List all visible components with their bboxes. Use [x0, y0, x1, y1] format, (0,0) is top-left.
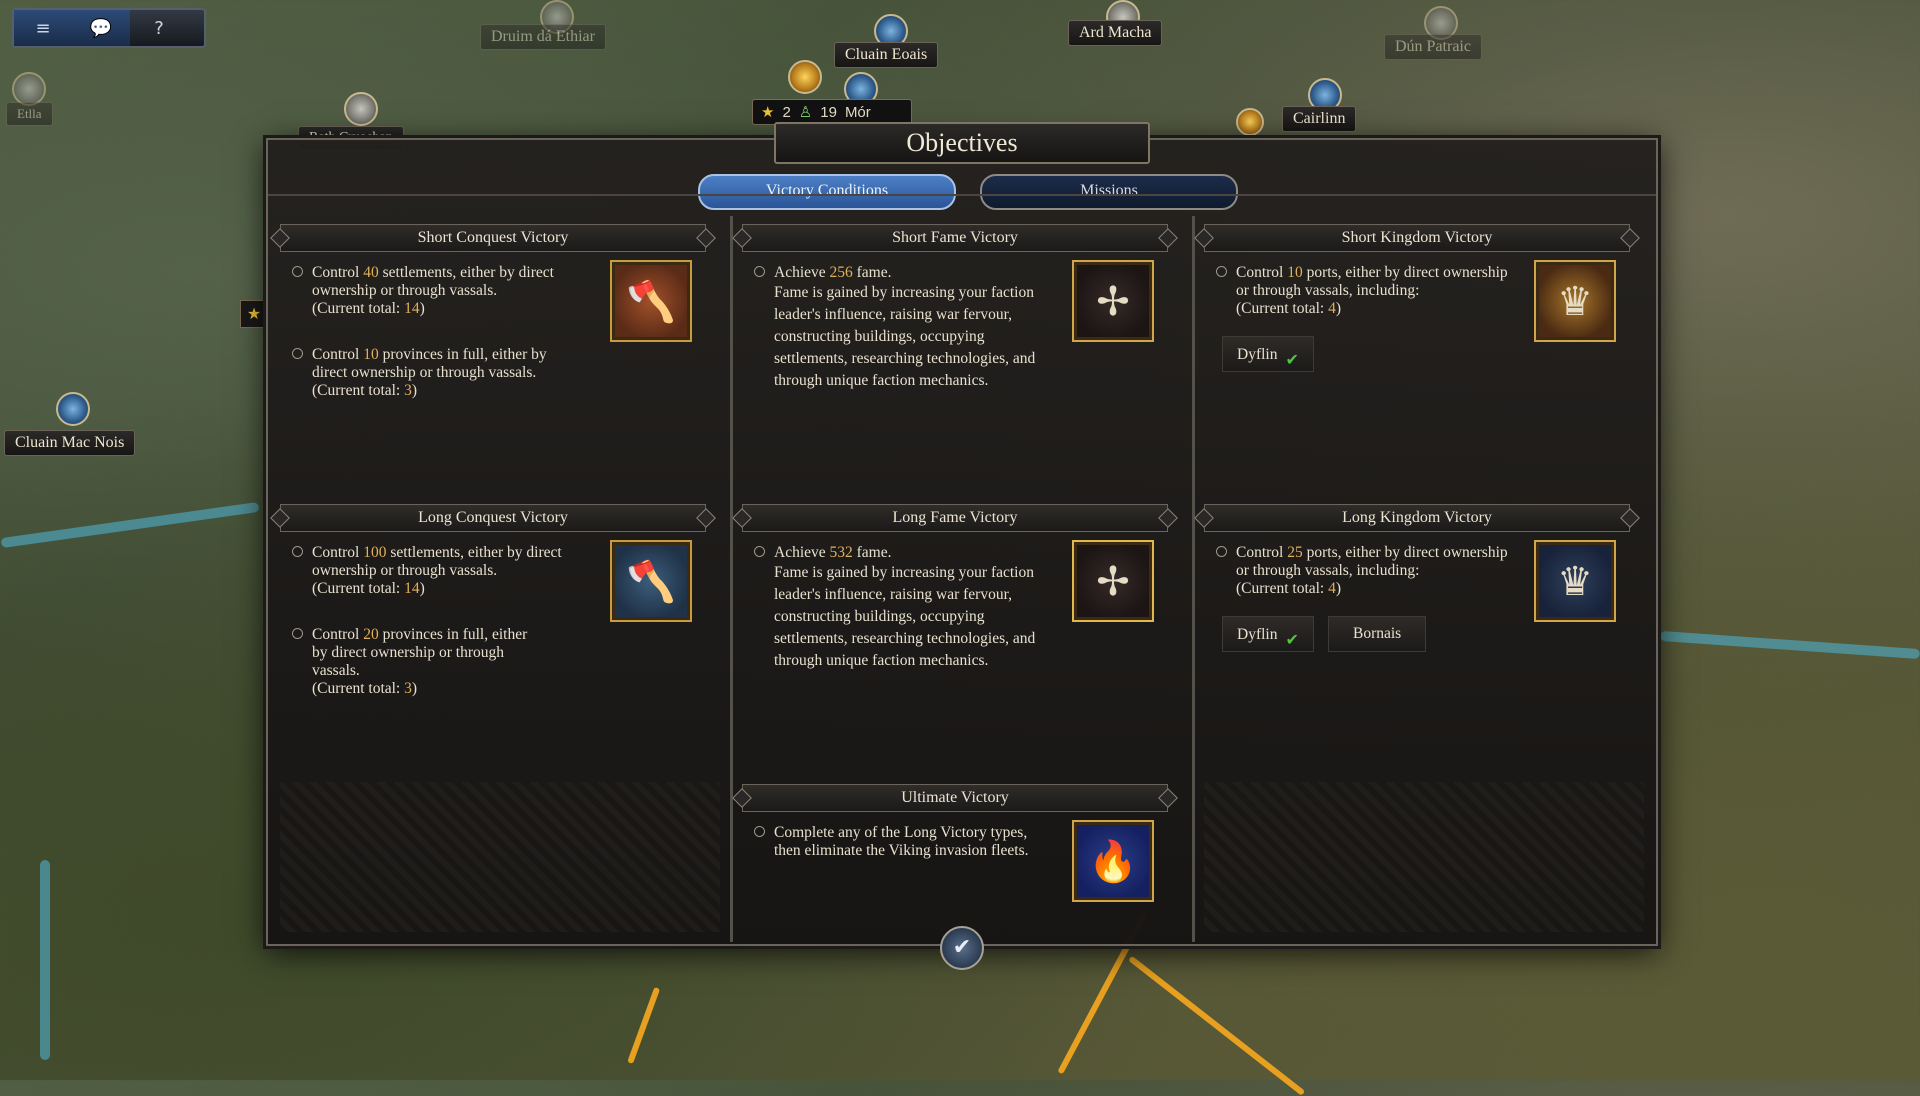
river	[40, 860, 50, 1060]
settlement-pin[interactable]	[344, 92, 378, 126]
condition-bullet-icon	[754, 826, 765, 837]
port-chip[interactable]: Dyflin ✔	[1222, 616, 1314, 652]
objectives-dialog: Objectives Victory Conditions Missions S…	[266, 122, 1658, 970]
panel-long-fame: Long Fame Victory Achieve 532 fame. Fame …	[730, 504, 1190, 774]
territory-border	[627, 986, 661, 1065]
settlement-pin[interactable]	[56, 392, 90, 426]
condition: Control 20 provinces in full, either by …	[292, 626, 542, 698]
panel-title: Ultimate Victory	[742, 784, 1168, 812]
panel-short-fame: Short Fame Victory Achieve 256 fame. Fame…	[730, 224, 1190, 494]
panel-short-kingdom: Short Kingdom Victory Control 10 ports, …	[1192, 224, 1652, 494]
panel-title: Long Fame Victory	[742, 504, 1168, 532]
port-chip[interactable]: Dyflin ✔	[1222, 336, 1314, 372]
condition: Achieve 532 fame. Fame is gained by incre…	[754, 544, 1044, 672]
silver-crown-icon: ♛	[1534, 540, 1616, 622]
settlement-label[interactable]: Druim dá Ethiar	[480, 24, 606, 50]
settlement-pin[interactable]	[788, 60, 822, 94]
panel-title: Long Kingdom Victory	[1204, 504, 1630, 532]
axe-icon: 🪓	[610, 540, 692, 622]
tab-victory-conditions[interactable]: Victory Conditions	[698, 174, 956, 210]
tab-bar: Victory Conditions Missions	[698, 174, 1238, 210]
star-count: 2	[782, 103, 791, 121]
condition: Complete any of the Long Victory types, …	[754, 824, 1044, 860]
condition: Control 25 ports, either by direct owner…	[1216, 544, 1516, 598]
viking-ship-fire-icon: 🔥	[1072, 820, 1154, 902]
knotwork-decoration	[1204, 782, 1644, 932]
settlement-label[interactable]: Cairlinn	[1282, 106, 1357, 132]
panel-title: Short Conquest Victory	[280, 224, 706, 252]
condition-bullet-icon	[292, 628, 303, 639]
settlement-label[interactable]: Ard Macha	[1068, 20, 1163, 46]
settlement-label[interactable]: Cluain Eoais	[834, 42, 939, 68]
tab-missions[interactable]: Missions	[980, 174, 1238, 210]
settlement-label[interactable]: Mór	[845, 104, 871, 121]
help-icon[interactable]: ?	[130, 10, 188, 46]
dialog-title: Objectives	[774, 122, 1150, 164]
condition-bullet-icon	[292, 266, 303, 277]
condition-bullet-icon	[292, 348, 303, 359]
star-icon: ★	[761, 104, 775, 121]
river	[0, 501, 260, 549]
settlement-label[interactable]: Dún Patraic	[1384, 34, 1482, 60]
checkmark-icon: ✔	[1285, 350, 1299, 369]
gold-crown-icon: ♛	[1534, 260, 1616, 342]
condition: Control 40 settlements, either by direct…	[292, 264, 582, 318]
territory-border	[1128, 955, 1306, 1096]
river	[1659, 630, 1920, 660]
condition: Control 100 settlements, either by direc…	[292, 544, 582, 598]
army-pin[interactable]	[1236, 108, 1264, 136]
checkmark-icon: ✔	[1285, 630, 1299, 649]
celtic-knot-icon: ✢	[1072, 540, 1154, 622]
condition-bullet-icon	[1216, 266, 1227, 277]
panel-ultimate: Ultimate Victory Complete any of the Lon…	[730, 784, 1190, 934]
panel-title: Short Kingdom Victory	[1204, 224, 1630, 252]
divider	[268, 194, 1656, 196]
settlement-label[interactable]: Cluain Mac Nois	[4, 430, 136, 456]
confirm-button[interactable]: ✔	[940, 926, 984, 970]
hud-toolbar: ≡ 💬 ?	[12, 8, 206, 48]
port-chip[interactable]: Bornais	[1328, 616, 1427, 652]
troop-icon: ♙	[798, 104, 813, 121]
panel-short-conquest: Short Conquest Victory Control 40 settle…	[268, 224, 728, 494]
knotwork-decoration	[280, 782, 720, 932]
condition: Control 10 provinces in full, either by …	[292, 346, 582, 400]
panel-title: Long Conquest Victory	[280, 504, 706, 532]
condition: Control 10 ports, either by direct owner…	[1216, 264, 1516, 318]
condition-bullet-icon	[292, 546, 303, 557]
settlement-label[interactable]: Etlla	[6, 102, 53, 126]
panel-title: Short Fame Victory	[742, 224, 1168, 252]
condition-bullet-icon	[1216, 546, 1227, 557]
panel-long-kingdom: Long Kingdom Victory Control 25 ports, e…	[1192, 504, 1652, 774]
axe-icon: 🪓	[610, 260, 692, 342]
condition-bullet-icon	[754, 546, 765, 557]
troop-count: 19	[820, 103, 837, 121]
condition: Achieve 256 fame. Fame is gained by incre…	[754, 264, 1044, 392]
celtic-knot-icon: ✢	[1072, 260, 1154, 342]
star-icon[interactable]: ★	[240, 300, 268, 328]
menu-icon[interactable]: ≡	[14, 10, 72, 46]
chat-icon[interactable]: 💬	[72, 10, 130, 46]
settlement-pin[interactable]	[12, 72, 46, 106]
condition-bullet-icon	[754, 266, 765, 277]
panel-long-conquest: Long Conquest Victory Control 100 settle…	[268, 504, 728, 774]
